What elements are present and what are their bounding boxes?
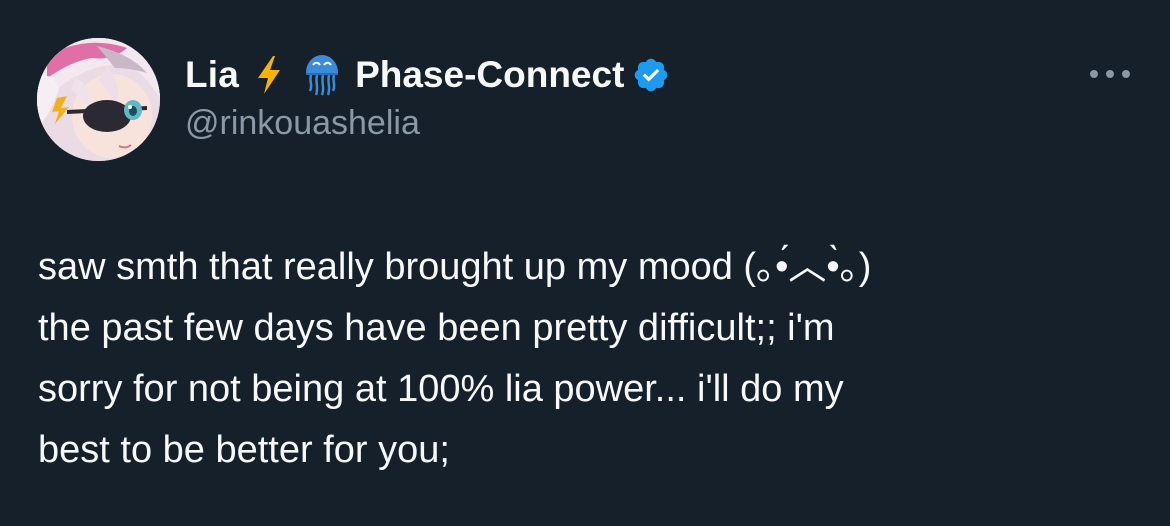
tweet-header: Lia Phase-Connect — [185, 50, 670, 100]
tweet-text-line: saw smth that really brought up my mood … — [38, 246, 872, 288]
tweet-text-line: sorry for not being at 100% lia power...… — [38, 368, 844, 410]
tweet-text: saw smth that really brought up my mood … — [38, 237, 1138, 481]
more-options-icon[interactable] — [1090, 62, 1130, 86]
more-dot — [1090, 70, 1098, 78]
avatar[interactable] — [37, 38, 160, 161]
tweet-text-line: best to be better for you; — [38, 429, 450, 471]
more-dot — [1122, 70, 1130, 78]
user-handle[interactable]: @rinkouashelia — [185, 104, 420, 143]
tweet: Lia Phase-Connect @rinkouashelia saw smt… — [0, 0, 1170, 526]
display-name[interactable]: Lia — [185, 54, 239, 96]
lightning-emoji-icon — [255, 55, 283, 95]
tweet-text-line: the past few days have been pretty diffi… — [38, 307, 835, 349]
affiliation-name[interactable]: Phase-Connect — [355, 54, 624, 96]
more-dot — [1106, 70, 1114, 78]
jellyfish-emoji-icon — [303, 53, 341, 97]
avatar-image — [37, 38, 160, 161]
verified-badge-icon — [632, 56, 670, 94]
